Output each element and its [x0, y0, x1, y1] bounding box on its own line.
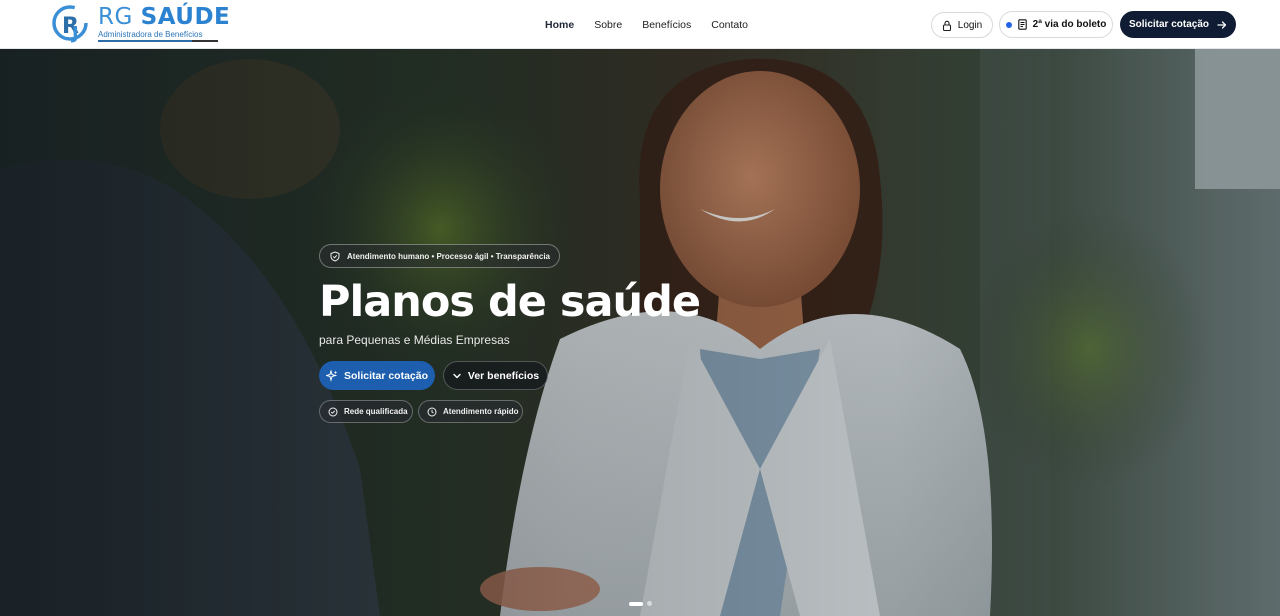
- header-quote-button[interactable]: Solicitar cotação: [1120, 11, 1236, 38]
- logo-underline: [98, 40, 218, 42]
- svg-text:J: J: [70, 23, 79, 44]
- hero-tagline-pill: Atendimento humano • Processo ágil • Tra…: [319, 244, 560, 268]
- login-button[interactable]: Login: [931, 12, 993, 38]
- logo[interactable]: R J RG SAÚDE Administradora de Benefício…: [50, 3, 230, 45]
- logo-subtitle: Administradora de Benefícios: [98, 30, 203, 39]
- arrow-right-icon: [1217, 20, 1227, 29]
- check-circle-icon: [328, 407, 338, 416]
- nav-sobre[interactable]: Sobre: [594, 19, 622, 31]
- hero-overlay: [0, 49, 1280, 616]
- carousel-indicators: [629, 601, 652, 606]
- hero-quote-button[interactable]: Solicitar cotação: [319, 361, 435, 390]
- hero-tagline: Atendimento humano • Processo ágil • Tra…: [347, 251, 550, 261]
- nav-home[interactable]: Home: [545, 19, 574, 31]
- clock-icon: [427, 407, 437, 416]
- status-dot-icon: [1005, 21, 1012, 28]
- boleto-label: 2ª via do boleto: [1032, 19, 1107, 30]
- shield-icon: [330, 250, 340, 262]
- login-label: Login: [957, 19, 983, 31]
- lock-icon: [942, 20, 951, 31]
- hero-section: Atendimento humano • Processo ágil • Tra…: [0, 49, 1280, 616]
- chip-label: Atendimento rápido: [443, 407, 519, 416]
- main-nav: Home Sobre Benefícios Contato: [545, 0, 768, 49]
- hero-title: Planos de saúde: [319, 277, 701, 327]
- nav-beneficios[interactable]: Benefícios: [642, 19, 691, 31]
- site-header: R J RG SAÚDE Administradora de Benefício…: [0, 0, 1280, 49]
- view-benefits-button[interactable]: Ver benefícios: [443, 361, 548, 390]
- chevron-down-icon: [453, 373, 461, 378]
- logo-title-saude: SAÚDE: [140, 4, 231, 30]
- hero-subtitle: para Pequenas e Médias Empresas: [319, 333, 510, 347]
- carousel-dot-active[interactable]: [629, 601, 643, 606]
- chip-atendimento-rapido: Atendimento rápido: [418, 400, 523, 423]
- logo-mark-icon: R J: [52, 5, 88, 44]
- nav-contato[interactable]: Contato: [711, 19, 748, 31]
- carousel-dot[interactable]: [647, 601, 652, 606]
- sparkle-icon: [325, 369, 338, 382]
- view-benefits-label: Ver benefícios: [467, 369, 540, 382]
- chip-rede-qualificada: Rede qualificada: [319, 400, 413, 423]
- header-quote-label: Solicitar cotação: [1128, 19, 1210, 30]
- chip-label: Rede qualificada: [344, 407, 408, 416]
- logo-title-rg: RG: [98, 4, 133, 30]
- boleto-button[interactable]: 2ª via do boleto: [999, 11, 1113, 38]
- document-icon: [1017, 19, 1027, 30]
- hero-quote-label: Solicitar cotação: [343, 369, 429, 382]
